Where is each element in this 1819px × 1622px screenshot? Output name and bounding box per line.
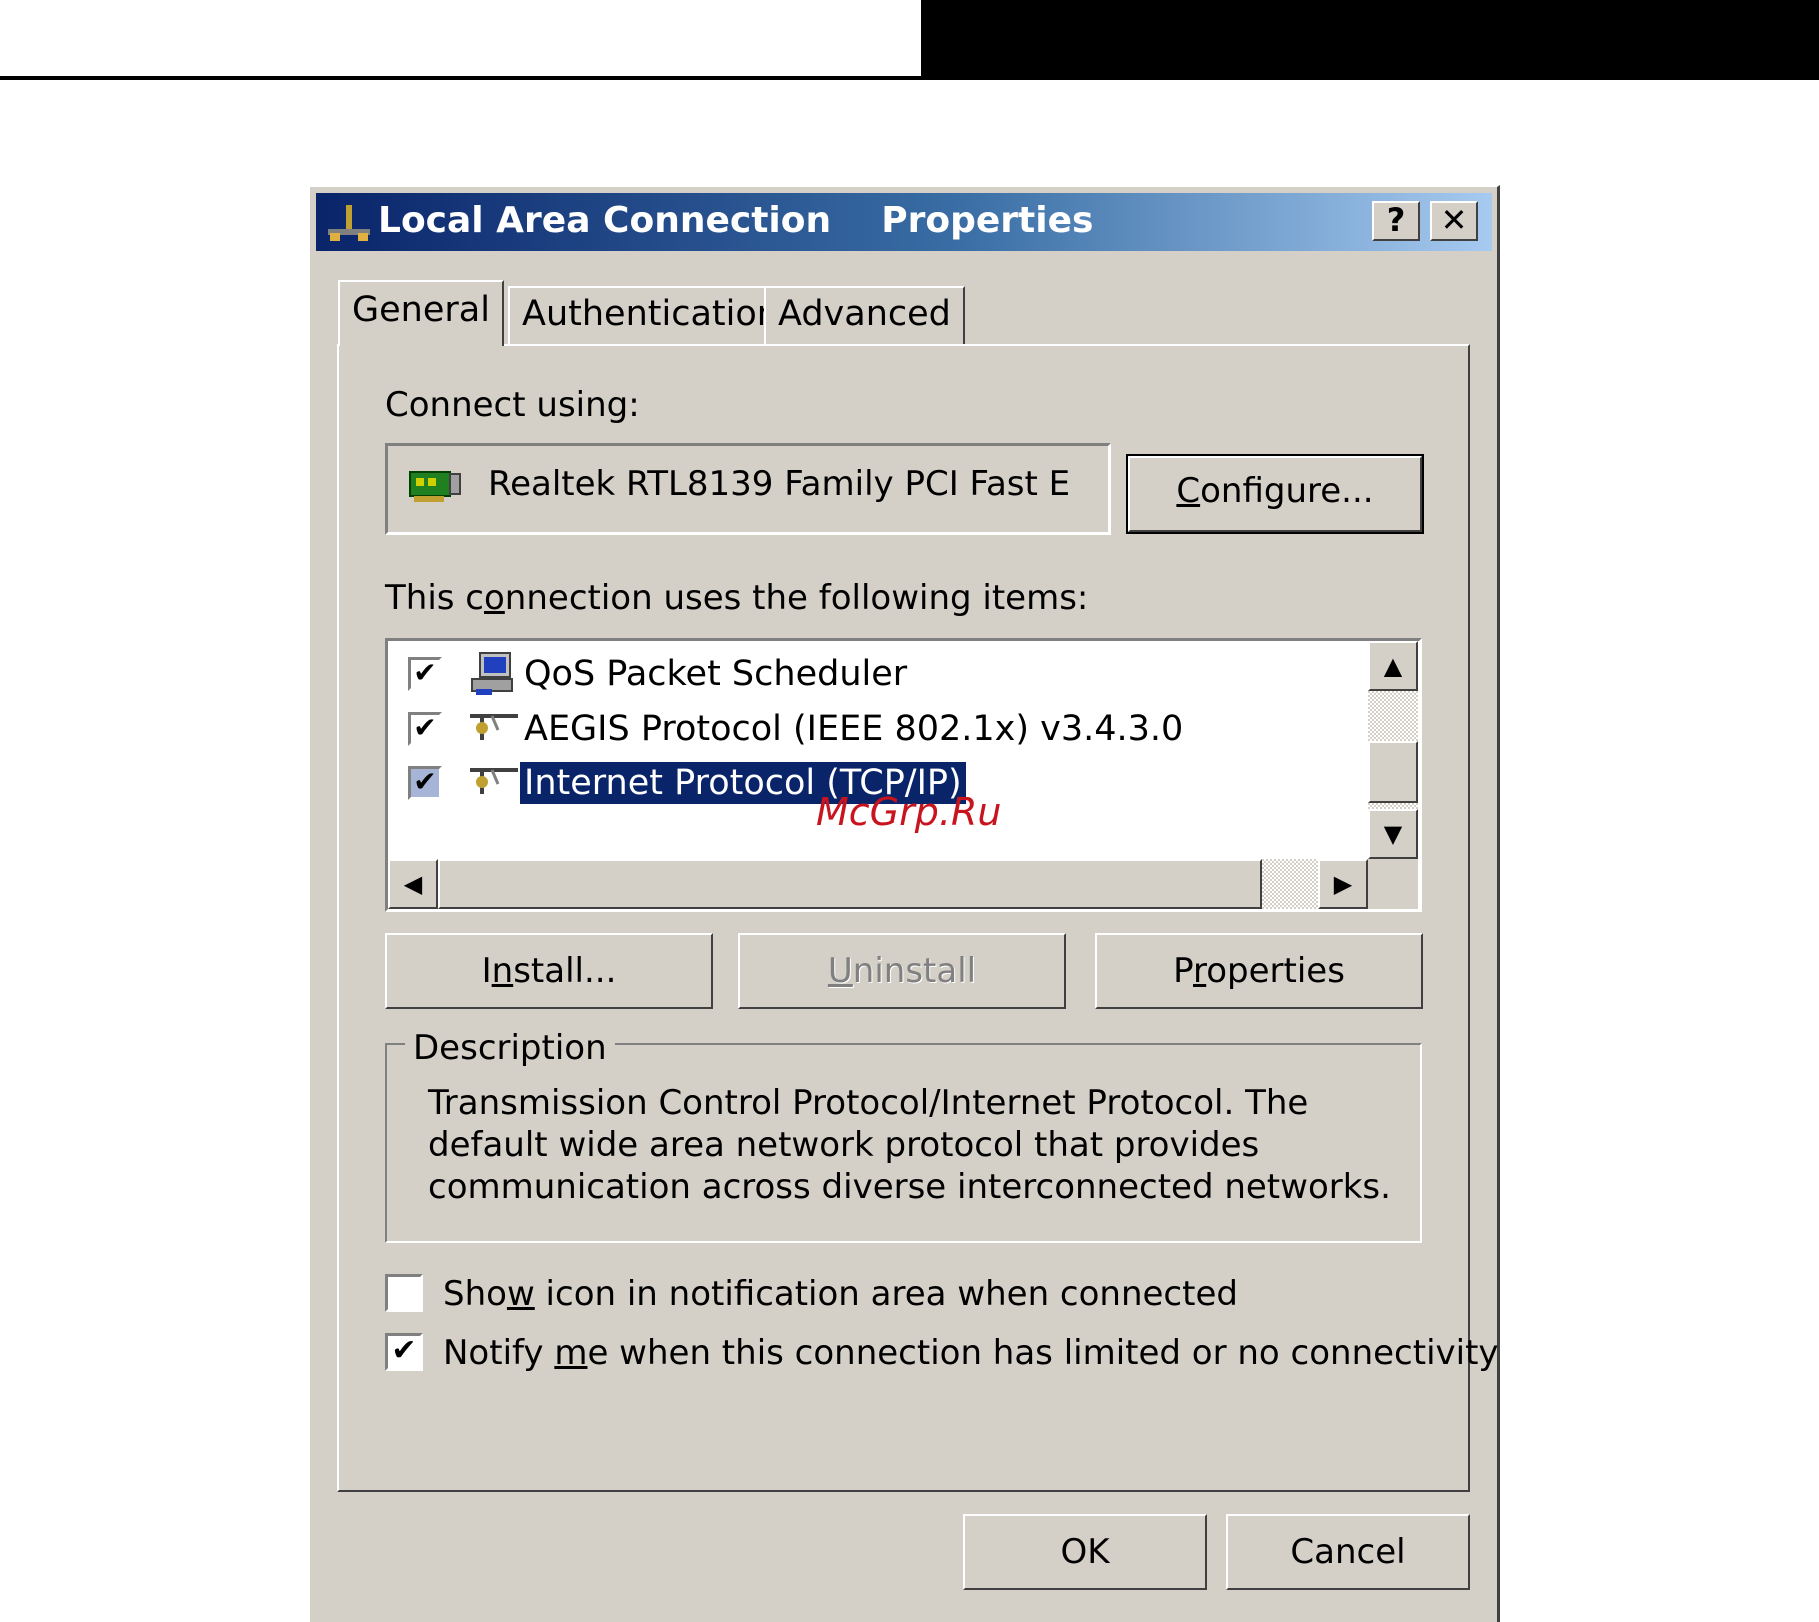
description-text: Transmission Control Protocol/Internet P… — [428, 1083, 1391, 1207]
watermark: McGrp.Ru — [816, 790, 1002, 834]
scroll-up-button[interactable]: ▲ — [1368, 641, 1418, 691]
description-legend: Description — [405, 1028, 615, 1068]
scroll-down-button[interactable]: ▼ — [1368, 809, 1418, 859]
help-button[interactable]: ? — [1372, 201, 1420, 241]
cancel-button[interactable]: Cancel — [1226, 1514, 1470, 1590]
title-bar[interactable]: Local Area Connection Properties ? ✕ — [316, 193, 1492, 251]
tab-strip: General Authentication Advanced — [338, 280, 1038, 346]
notify-option[interactable]: ✔ Notify me when this connection has lim… — [385, 1331, 1499, 1377]
list-item[interactable]: ✔ AEGIS Protocol (IEEE 802.1x) v3.4.3.0 — [408, 704, 1388, 754]
close-button[interactable]: ✕ — [1430, 201, 1478, 241]
tab-general[interactable]: General — [338, 280, 504, 346]
connection-items-list[interactable]: ✔ QoS Packet Scheduler ✔ AEGIS Protocol … — [385, 638, 1422, 912]
notify-checkbox[interactable]: ✔ — [385, 1333, 423, 1371]
scroll-corner — [1368, 859, 1418, 909]
horizontal-scroll-thumb[interactable] — [438, 859, 1262, 909]
arrow-up-icon: ▲ — [1383, 652, 1403, 680]
arrow-right-icon: ▶ — [1333, 870, 1353, 898]
items-label: This connection uses the following items… — [385, 578, 1089, 618]
install-button[interactable]: Install... — [385, 933, 713, 1009]
protocol-icon — [470, 768, 518, 794]
scroll-thumb[interactable] — [1368, 741, 1418, 803]
arrow-down-icon: ▼ — [1383, 820, 1403, 848]
notify-label: Notify me when this connection has limit… — [443, 1333, 1499, 1373]
network-connection-icon — [328, 205, 370, 241]
scroll-left-button[interactable]: ◀ — [388, 859, 438, 909]
connect-using-label: Connect using: — [385, 385, 640, 425]
properties-button[interactable]: Properties — [1095, 933, 1423, 1009]
scheduler-icon — [471, 652, 513, 695]
window-title: Local Area Connection Properties — [378, 200, 1094, 241]
close-icon: ✕ — [1440, 201, 1468, 239]
protocol-icon — [470, 714, 518, 740]
horizontal-scrollbar[interactable]: ◀ ▶ — [388, 859, 1368, 909]
network-card-icon — [409, 471, 461, 502]
uninstall-button: Uninstall — [738, 933, 1066, 1009]
adapter-field: Realtek RTL8139 Family PCI Fast Eth — [385, 443, 1111, 535]
show-icon-checkbox[interactable] — [385, 1274, 423, 1312]
list-item[interactable]: ✔ QoS Packet Scheduler — [408, 649, 1388, 699]
vertical-scrollbar[interactable]: ▲ ▼ — [1368, 641, 1418, 859]
tab-advanced[interactable]: Advanced — [764, 286, 965, 346]
tab-authentication[interactable]: Authentication — [508, 286, 793, 346]
show-icon-option[interactable]: Show icon in notification area when conn… — [385, 1272, 1285, 1318]
page-top-black-bar — [921, 0, 1819, 78]
item-checkbox[interactable]: ✔ — [408, 712, 442, 746]
item-checkbox[interactable]: ✔ — [408, 766, 442, 800]
item-label: AEGIS Protocol (IEEE 802.1x) v3.4.3.0 — [524, 709, 1184, 749]
adapter-name: Realtek RTL8139 Family PCI Fast Eth — [488, 464, 1068, 504]
arrow-left-icon: ◀ — [403, 870, 423, 898]
show-icon-label: Show icon in notification area when conn… — [443, 1274, 1238, 1314]
scroll-right-button[interactable]: ▶ — [1318, 859, 1368, 909]
ok-button[interactable]: OK — [963, 1514, 1207, 1590]
configure-button[interactable]: Configure... — [1126, 454, 1424, 534]
item-checkbox[interactable]: ✔ — [408, 657, 442, 691]
item-label: QoS Packet Scheduler — [524, 654, 908, 694]
